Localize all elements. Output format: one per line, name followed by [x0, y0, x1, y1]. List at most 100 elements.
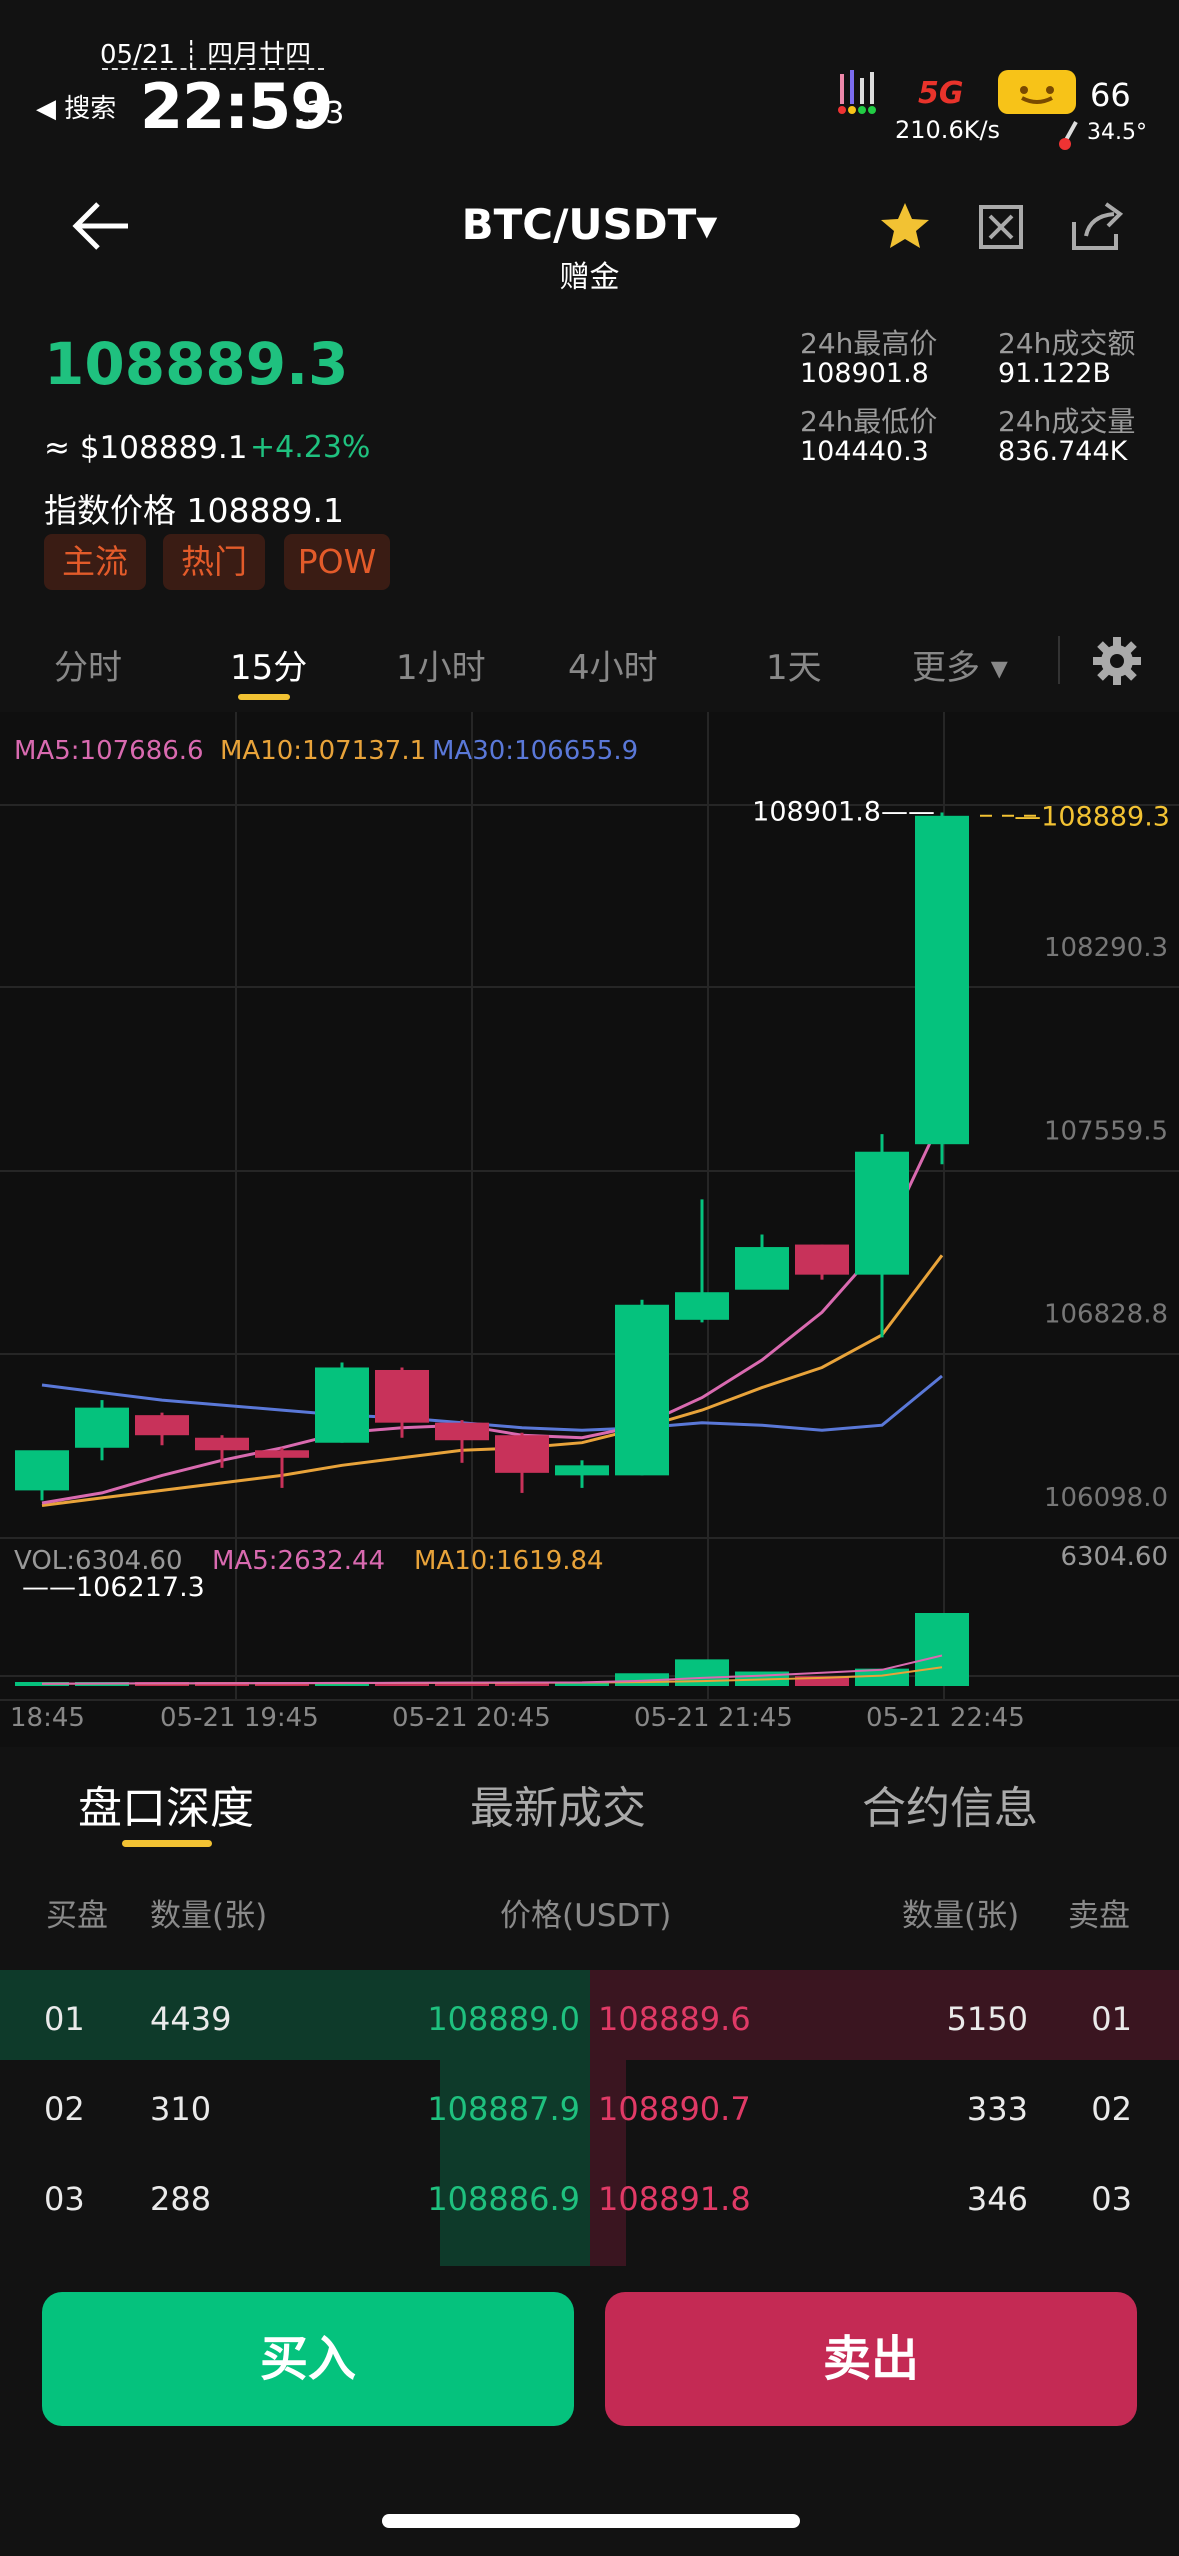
bid-price[interactable]: 108889.0: [360, 2000, 580, 2038]
low-marker-label: ——106217.3: [22, 1572, 205, 1603]
candle-body: [435, 1422, 489, 1441]
candle-body: [735, 1247, 789, 1290]
change-percent: +4.23%: [250, 430, 371, 465]
candle-body: [75, 1407, 129, 1448]
tf-divider: [1058, 636, 1060, 684]
status-seconds: :33: [296, 96, 345, 131]
ask-price[interactable]: 108891.8: [598, 2180, 751, 2218]
legend-vol-ma10: MA10:1619.84: [414, 1546, 604, 1576]
legend-ma5: MA5:107686.6: [14, 736, 204, 766]
candle-body: [135, 1415, 189, 1436]
bid-quantity[interactable]: 4439: [150, 2000, 231, 2038]
legend-vol-ma5: MA5:2632.44: [212, 1546, 386, 1576]
tab-depth[interactable]: 盘口深度: [78, 1772, 254, 1836]
y-tick-label: 108290.3: [1044, 933, 1168, 963]
index-price: 指数价格 108889.1: [44, 484, 344, 532]
tf-tab-timeshare[interactable]: 分时: [54, 640, 122, 689]
share-icon[interactable]: [1068, 202, 1126, 252]
ask-price[interactable]: 108889.6: [598, 2000, 751, 2038]
ob-head-buy: 买盘: [46, 1898, 108, 1934]
tf-tab-1h[interactable]: 1小时: [396, 640, 486, 689]
candle-body: [795, 1244, 849, 1275]
y-tick-label: 107559.5: [1044, 1116, 1168, 1146]
status-back-to-search[interactable]: ◀ 搜索: [36, 88, 116, 125]
y-tick-label: 106098.0: [1044, 1483, 1168, 1513]
battery-icon: [998, 70, 1076, 114]
signal-icon: [838, 70, 876, 114]
tf-active-indicator: [238, 694, 290, 700]
sell-button[interactable]: 卖出: [605, 2292, 1137, 2426]
usd-value: ≈ $108889.1: [44, 430, 248, 466]
stat-low-label: 24h最低价: [800, 405, 938, 438]
battery-level: 66: [1090, 76, 1131, 114]
ask-index[interactable]: 03: [1052, 2180, 1132, 2218]
buy-button[interactable]: 买入: [42, 2292, 574, 2426]
ask-quantity[interactable]: 333: [868, 2090, 1028, 2128]
bid-quantity[interactable]: 288: [150, 2180, 211, 2218]
pair-subtitle: 赠金: [559, 260, 620, 295]
favorite-star-icon[interactable]: [878, 200, 932, 254]
tag-hot[interactable]: 热门: [163, 534, 265, 590]
tag-mainstream[interactable]: 主流: [44, 534, 146, 590]
volume-bar: [915, 1613, 969, 1686]
tf-tab-1d[interactable]: 1天: [766, 640, 822, 689]
stat-turnover-value: 91.122B: [998, 358, 1111, 389]
bid-index[interactable]: 01: [44, 2000, 85, 2038]
ob-head-qty-right: 数量(张): [902, 1898, 1020, 1934]
status-date: 05/21 ┊ 四月廿四: [100, 40, 312, 70]
stat-high-value: 108901.8: [800, 358, 929, 389]
tab-latest-trades[interactable]: 最新成交: [470, 1772, 646, 1836]
tf-tab-more[interactable]: 更多 ▾: [912, 640, 1008, 689]
last-price-label: —108889.3: [1014, 802, 1170, 833]
tf-tab-4h[interactable]: 4小时: [568, 640, 658, 689]
kline-chart[interactable]: 108290.3 107559.5 106828.8 106098.0 —108889.…: [0, 712, 1179, 1747]
candle-body: [15, 1450, 69, 1491]
candle-body: [315, 1367, 369, 1443]
ask-quantity[interactable]: 5150: [868, 2000, 1028, 2038]
high-marker-label: 108901.8——: [752, 797, 935, 828]
candle-body: [675, 1292, 729, 1320]
bid-index[interactable]: 03: [44, 2180, 85, 2218]
last-price: 108889.3: [44, 330, 349, 398]
home-indicator[interactable]: [382, 2514, 800, 2528]
ask-quantity[interactable]: 346: [868, 2180, 1028, 2218]
stat-turnover-label: 24h成交额: [998, 327, 1136, 360]
candle-body: [615, 1304, 669, 1476]
fullscreen-icon[interactable]: [978, 204, 1024, 250]
settings-gear-icon[interactable]: [1092, 636, 1142, 686]
bid-index[interactable]: 02: [44, 2090, 85, 2128]
candle-body: [855, 1151, 909, 1275]
thermometer-icon: [1059, 121, 1078, 150]
candle-body: [195, 1437, 249, 1451]
bid-quantity[interactable]: 310: [150, 2090, 211, 2128]
stat-volume-value: 836.744K: [998, 436, 1128, 467]
y-tick-label: 106828.8: [1044, 1300, 1168, 1330]
volume-max-label: 6304.60: [1060, 1542, 1168, 1572]
ob-head-price: 价格(USDT): [500, 1898, 672, 1934]
candle-body: [375, 1369, 429, 1423]
index-value: 108889.1: [186, 491, 344, 530]
candle-body: [495, 1435, 549, 1473]
legend-vol: VOL:6304.60: [14, 1546, 183, 1576]
network-speed: 210.6K/s: [895, 116, 1001, 144]
bid-price[interactable]: 108887.9: [360, 2090, 580, 2128]
candle-body: [915, 815, 969, 1145]
ob-head-qty-left: 数量(张): [150, 1898, 268, 1934]
network-5g-icon: 5G: [918, 76, 964, 111]
ask-price[interactable]: 108890.7: [598, 2090, 751, 2128]
x-tick-label: 05-21 20:45: [392, 1703, 551, 1733]
index-label: 指数价格: [44, 491, 176, 530]
legend-ma30: MA30:106655.9: [432, 736, 639, 766]
tab-contract-info[interactable]: 合约信息: [862, 1772, 1038, 1836]
device-temperature: 34.5°: [1087, 120, 1147, 145]
tag-pow[interactable]: POW: [284, 534, 390, 590]
candle-body: [555, 1465, 609, 1476]
ask-index[interactable]: 01: [1052, 2000, 1132, 2038]
stat-high-label: 24h最高价: [800, 327, 938, 360]
x-tick-label: 05-21 22:45: [866, 1703, 1025, 1733]
tf-tab-15m[interactable]: 15分: [230, 640, 307, 689]
x-tick-label: 05-21 19:45: [160, 1703, 319, 1733]
ask-index[interactable]: 02: [1052, 2090, 1132, 2128]
legend-ma10: MA10:107137.1: [220, 736, 427, 766]
bid-price[interactable]: 108886.9: [360, 2180, 580, 2218]
